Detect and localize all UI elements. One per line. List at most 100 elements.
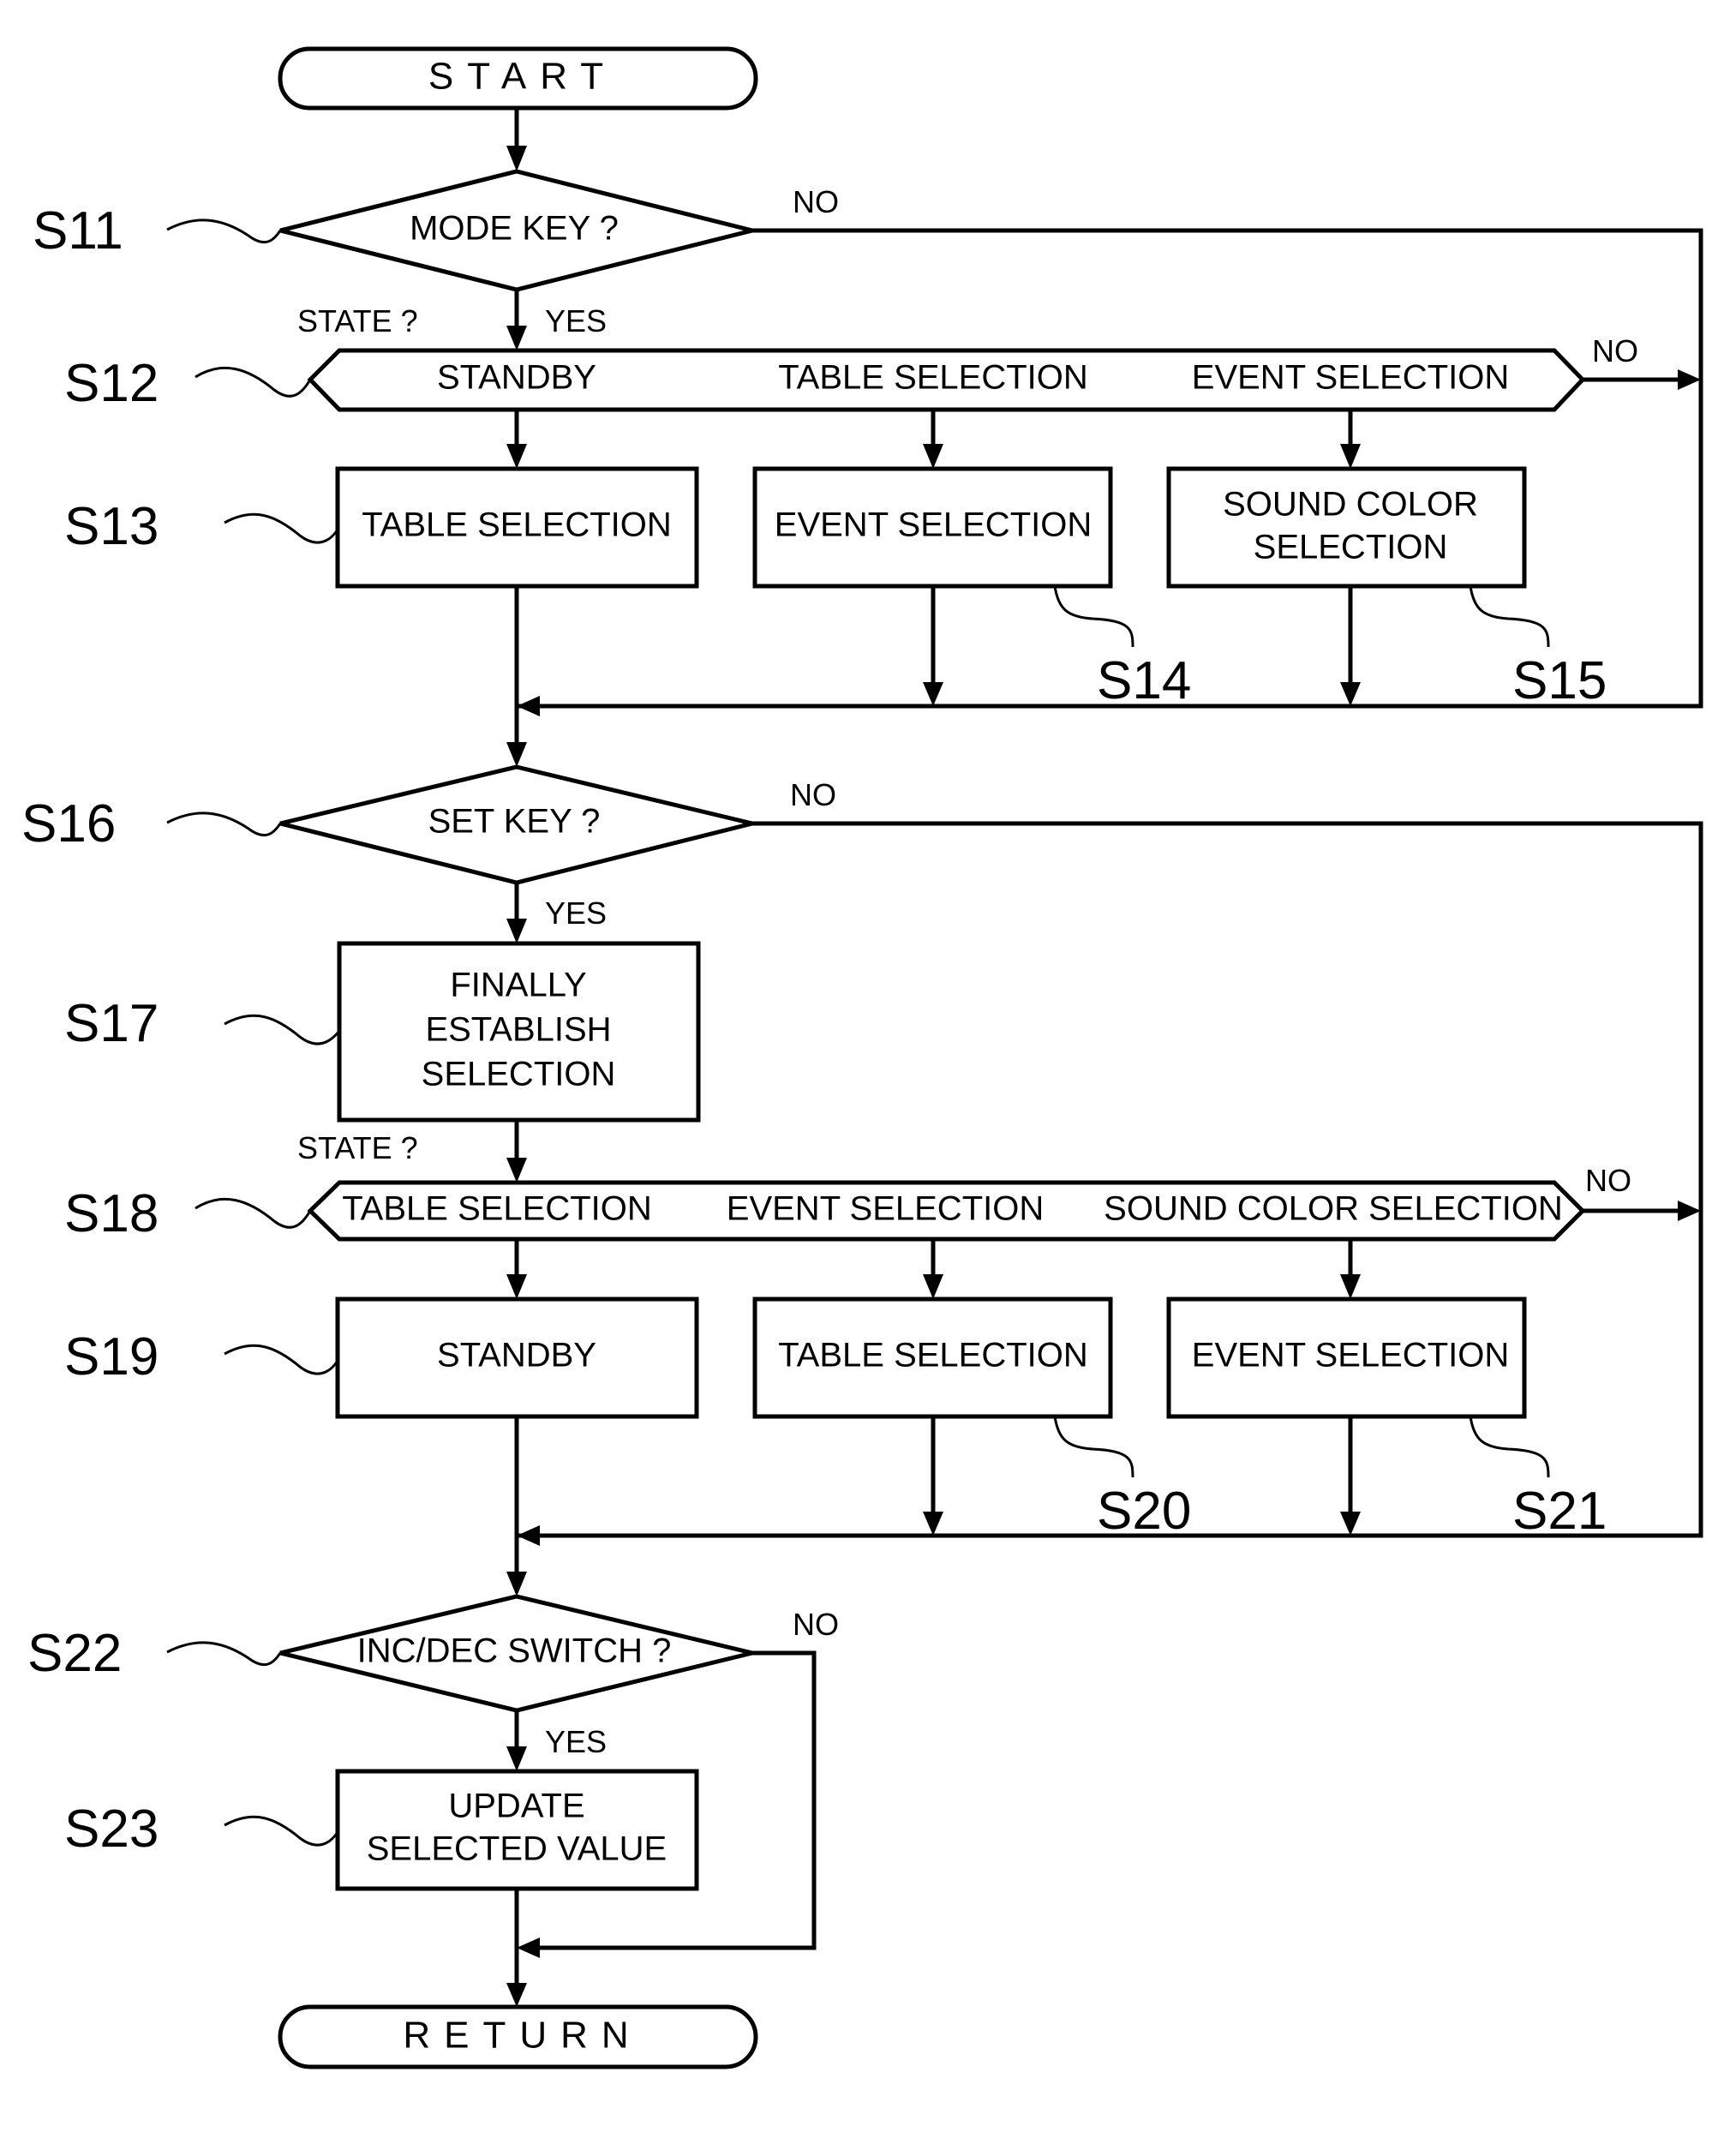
step-label-s19: S19 (64, 1327, 159, 1386)
process-s15-line-1: SOUND COLOR (1223, 486, 1478, 524)
leader-line (166, 811, 282, 837)
arrow-down-icon (506, 1572, 527, 1596)
no-label-s12: NO (1592, 333, 1638, 368)
arrow-down-icon (923, 1512, 943, 1536)
no-label-s22: NO (793, 1607, 839, 1642)
process-s20-text: TABLE SELECTION (778, 1337, 1088, 1374)
arrow-down-icon (923, 682, 943, 706)
process-s15-line-2: SELECTION (1254, 529, 1448, 566)
process-s15: SOUND COLOR SELECTION (1166, 466, 1527, 589)
leader-line (224, 1014, 341, 1045)
decision-s11-text: MODE KEY ? (410, 210, 619, 248)
process-s13-text: TABLE SELECTION (362, 506, 672, 544)
arrow-down-icon (506, 1983, 527, 2007)
leader-line (166, 219, 282, 244)
state-question-s18: STATE ? (297, 1130, 418, 1165)
yes-label-s11: YES (545, 303, 607, 338)
process-s17: FINALLY ESTABLISH SELECTION (337, 941, 701, 1123)
branch-s12: STANDBY TABLE SELECTION EVENT SELECTION (307, 348, 1586, 412)
arrow-down-icon (1340, 444, 1361, 469)
process-s23: UPDATE SELECTED VALUE (335, 1769, 699, 1891)
no-label-s18: NO (1585, 1163, 1631, 1198)
branch-s18-option-3: SOUND COLOR SELECTION (1104, 1190, 1563, 1228)
flowchart: START MODE KEY ? S11 NO YES STATE ? STAN… (21, 46, 1703, 2069)
process-s17-line-3: SELECTION (422, 1056, 616, 1093)
step-label-s16: S16 (21, 794, 116, 853)
process-s21-text: EVENT SELECTION (1192, 1337, 1509, 1374)
start-terminal: START (278, 46, 758, 111)
process-s17-line-2: ESTABLISH (425, 1011, 611, 1049)
leader-line (224, 1344, 339, 1375)
arrow-down-icon (506, 146, 527, 171)
branch-s18-option-2: EVENT SELECTION (727, 1190, 1044, 1228)
branch-s18-option-1: TABLE SELECTION (342, 1190, 652, 1228)
return-label: RETURN (403, 2015, 642, 2057)
branch-s12-option-1: STANDBY (437, 359, 596, 397)
leader-line (1469, 1416, 1550, 1478)
connector-no-s11 (540, 228, 1703, 709)
connector-no-s16 (540, 821, 1703, 1538)
branch-s18: TABLE SELECTION EVENT SELECTION SOUND CO… (307, 1180, 1586, 1242)
arrow-down-icon (506, 742, 527, 767)
leader-line (195, 1197, 312, 1229)
process-s20: TABLE SELECTION (752, 1297, 1113, 1419)
leader-line (195, 366, 312, 398)
leader-line (1053, 585, 1134, 648)
arrow-down-icon (1340, 682, 1361, 706)
leader-line (224, 1815, 339, 1847)
step-label-s14: S14 (1097, 651, 1191, 710)
arrow-down-icon (506, 1746, 527, 1771)
yes-label-s22: YES (545, 1724, 607, 1759)
process-s14: EVENT SELECTION (752, 466, 1113, 589)
step-label-s23: S23 (64, 1800, 159, 1859)
step-label-s11: S11 (33, 201, 123, 261)
step-label-s20: S20 (1097, 1482, 1191, 1541)
no-label-s11: NO (793, 184, 839, 219)
arrow-down-icon (1340, 1512, 1361, 1536)
state-question-s12: STATE ? (297, 303, 418, 338)
decision-s16: SET KEY ? (279, 764, 753, 885)
arrow-left-icon (517, 696, 540, 716)
arrow-down-icon (1340, 1274, 1361, 1299)
decision-s22: INC/DEC SWITCH ? (279, 1594, 753, 1713)
process-s19-text: STANDBY (437, 1337, 596, 1374)
arrow-right-icon (1678, 1201, 1701, 1221)
step-label-s17: S17 (64, 994, 159, 1053)
process-s23-line-2: SELECTED VALUE (367, 1830, 667, 1868)
no-label-s16: NO (790, 777, 836, 812)
arrow-left-icon (517, 1525, 540, 1546)
process-s19: STANDBY (335, 1297, 699, 1419)
process-s21: EVENT SELECTION (1166, 1297, 1527, 1419)
branch-s12-option-2: TABLE SELECTION (778, 359, 1088, 397)
step-label-s21: S21 (1512, 1482, 1607, 1541)
arrow-down-icon (506, 919, 527, 943)
decision-s16-text: SET KEY ? (428, 803, 601, 841)
arrow-down-icon (923, 444, 943, 469)
start-label: START (428, 56, 617, 98)
arrow-down-icon (506, 444, 527, 469)
process-s17-line-1: FINALLY (450, 967, 586, 1004)
step-label-s13: S13 (64, 497, 159, 556)
leader-line (224, 512, 339, 544)
leader-line (1053, 1416, 1134, 1478)
step-label-s18: S18 (64, 1184, 159, 1243)
process-s14-text: EVENT SELECTION (775, 506, 1092, 544)
arrow-down-icon (506, 1274, 527, 1299)
return-terminal: RETURN (278, 2004, 758, 2069)
process-s13: TABLE SELECTION (335, 466, 699, 589)
leader-line (166, 1641, 282, 1667)
arrow-left-icon (517, 1937, 540, 1958)
yes-label-s16: YES (545, 895, 607, 931)
branch-s12-option-3: EVENT SELECTION (1192, 359, 1509, 397)
step-label-s22: S22 (27, 1624, 122, 1683)
arrow-down-icon (923, 1274, 943, 1299)
decision-s11: MODE KEY ? (279, 169, 753, 292)
step-label-s15: S15 (1512, 651, 1607, 710)
leader-line (1469, 585, 1550, 648)
process-s23-line-1: UPDATE (448, 1788, 584, 1825)
decision-s22-text: INC/DEC SWITCH ? (357, 1632, 672, 1670)
arrow-down-icon (506, 1158, 527, 1183)
arrow-right-icon (1678, 369, 1701, 390)
step-label-s12: S12 (64, 354, 159, 413)
arrow-down-icon (506, 326, 527, 350)
